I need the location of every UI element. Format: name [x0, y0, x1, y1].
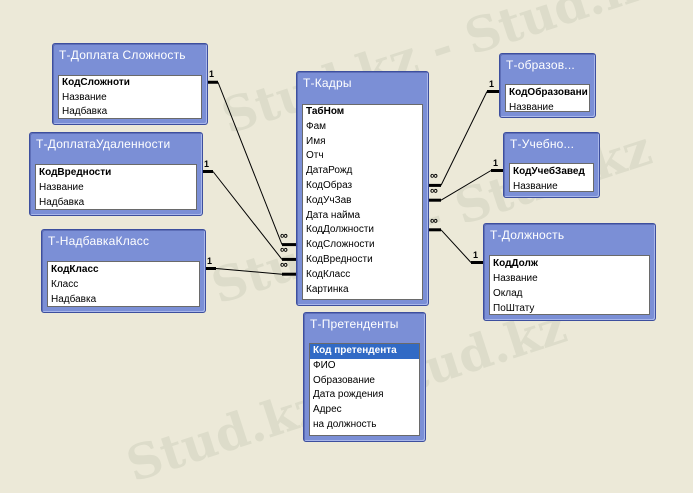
field-item[interactable]: на должность: [310, 418, 419, 433]
table-uchebnoe[interactable]: Т-Учебно... КодУчебЗавед Название: [503, 132, 600, 198]
field-item[interactable]: Название: [59, 91, 201, 106]
field-item[interactable]: Дата найма: [303, 209, 422, 224]
field-item[interactable]: Образование: [310, 374, 419, 389]
table-title[interactable]: Т-ДоплатаУдаленности: [30, 133, 202, 155]
field-list[interactable]: КодУчебЗавед Название: [509, 163, 594, 192]
relationships-canvas[interactable]: Stud.kz - Stud.kz Stud.kz - Stud.kz Stud…: [0, 0, 693, 493]
table-doplata-udalennosti[interactable]: Т-ДоплатаУдаленности КодВредности Названи…: [29, 132, 203, 216]
field-item[interactable]: Дата рождения: [310, 388, 419, 403]
table-title[interactable]: Т-НадбавкаКласс: [42, 230, 205, 252]
field-item[interactable]: Название: [510, 179, 593, 191]
field-item[interactable]: ТабНом: [303, 105, 422, 120]
field-item[interactable]: Адрес: [310, 403, 419, 418]
field-item[interactable]: Название: [506, 100, 589, 111]
field-list[interactable]: КодДолж Название Оклад ПоШтату: [489, 255, 650, 315]
relationship-line: [215, 268, 283, 275]
relationship-line: [440, 229, 472, 263]
field-item[interactable]: КодВредности: [303, 253, 422, 268]
field-list[interactable]: ТабНом Фам Имя Отч ДатаРожд КодОбраз КодУчЗав Д…: [302, 104, 423, 300]
table-pretendenty[interactable]: Т-Претенденты Код претендента ФИО Образова…: [303, 312, 426, 442]
table-title[interactable]: Т-Доплата Сложность: [53, 44, 207, 66]
relationship-line: [440, 170, 492, 201]
table-doplata-slozhnost[interactable]: Т-Доплата Сложность КодСложноти Название Н…: [52, 43, 208, 125]
field-item[interactable]: Надбавка: [36, 195, 196, 209]
field-item[interactable]: КодОбразовани: [506, 85, 589, 100]
field-item[interactable]: КодКласс: [303, 268, 422, 283]
field-item[interactable]: ПоШтату: [490, 301, 649, 314]
field-item[interactable]: КодУчЗав: [303, 194, 422, 209]
table-title[interactable]: Т-образов...: [500, 54, 595, 76]
field-list[interactable]: КодКласс Класс Надбавка: [47, 261, 200, 307]
relationship-line: [217, 82, 283, 245]
field-item[interactable]: КодВредности: [36, 165, 196, 180]
field-list[interactable]: КодВредности Название Надбавка: [35, 164, 197, 210]
field-item[interactable]: Имя: [303, 135, 422, 150]
table-obrazovanie[interactable]: Т-образов... КодОбразовани Название: [499, 53, 596, 118]
table-title[interactable]: Т-Учебно...: [504, 133, 599, 155]
field-item[interactable]: Название: [490, 271, 649, 286]
field-item[interactable]: ФИО: [310, 359, 419, 374]
field-item[interactable]: ДатаРожд: [303, 164, 422, 179]
field-item[interactable]: КодДолж: [490, 256, 649, 271]
field-item[interactable]: КодСложности: [303, 238, 422, 253]
field-item[interactable]: Код претендента: [310, 344, 419, 359]
table-nadbavka-klass[interactable]: Т-НадбавкаКласс КодКласс Класс Надбавка: [41, 229, 206, 313]
table-dolzhnost[interactable]: Т-Должность КодДолж Название Оклад ПоШтату: [483, 223, 656, 321]
relationship-line: [440, 91, 488, 186]
field-item[interactable]: Название: [36, 180, 196, 195]
table-kadry[interactable]: Т-Кадры ТабНом Фам Имя Отч ДатаРожд КодОбраз К…: [296, 71, 429, 306]
field-item[interactable]: Класс: [48, 277, 199, 292]
field-item[interactable]: Оклад: [490, 286, 649, 301]
table-title[interactable]: Т-Должность: [484, 224, 655, 246]
field-item[interactable]: Фам: [303, 120, 422, 135]
field-item[interactable]: Картинка: [303, 283, 422, 298]
field-item[interactable]: КодУчебЗавед: [510, 164, 593, 179]
field-list[interactable]: Код претендента ФИО Образование Дата рожден…: [309, 343, 420, 436]
field-list[interactable]: КодСложноти Название Надбавка: [58, 75, 202, 119]
field-item[interactable]: Надбавка: [59, 105, 201, 118]
field-list[interactable]: КодОбразовани Название: [505, 84, 590, 112]
field-item[interactable]: КодОбраз: [303, 179, 422, 194]
field-item[interactable]: Надбавка: [48, 292, 199, 306]
table-title[interactable]: Т-Кадры: [297, 72, 428, 94]
field-item[interactable]: КодКласс: [48, 262, 199, 277]
table-title[interactable]: Т-Претенденты: [304, 313, 425, 335]
relationship-line: [212, 171, 283, 260]
field-item[interactable]: Отч: [303, 149, 422, 164]
field-item[interactable]: КодДолжности: [303, 223, 422, 238]
field-item[interactable]: КодСложноти: [59, 76, 201, 91]
